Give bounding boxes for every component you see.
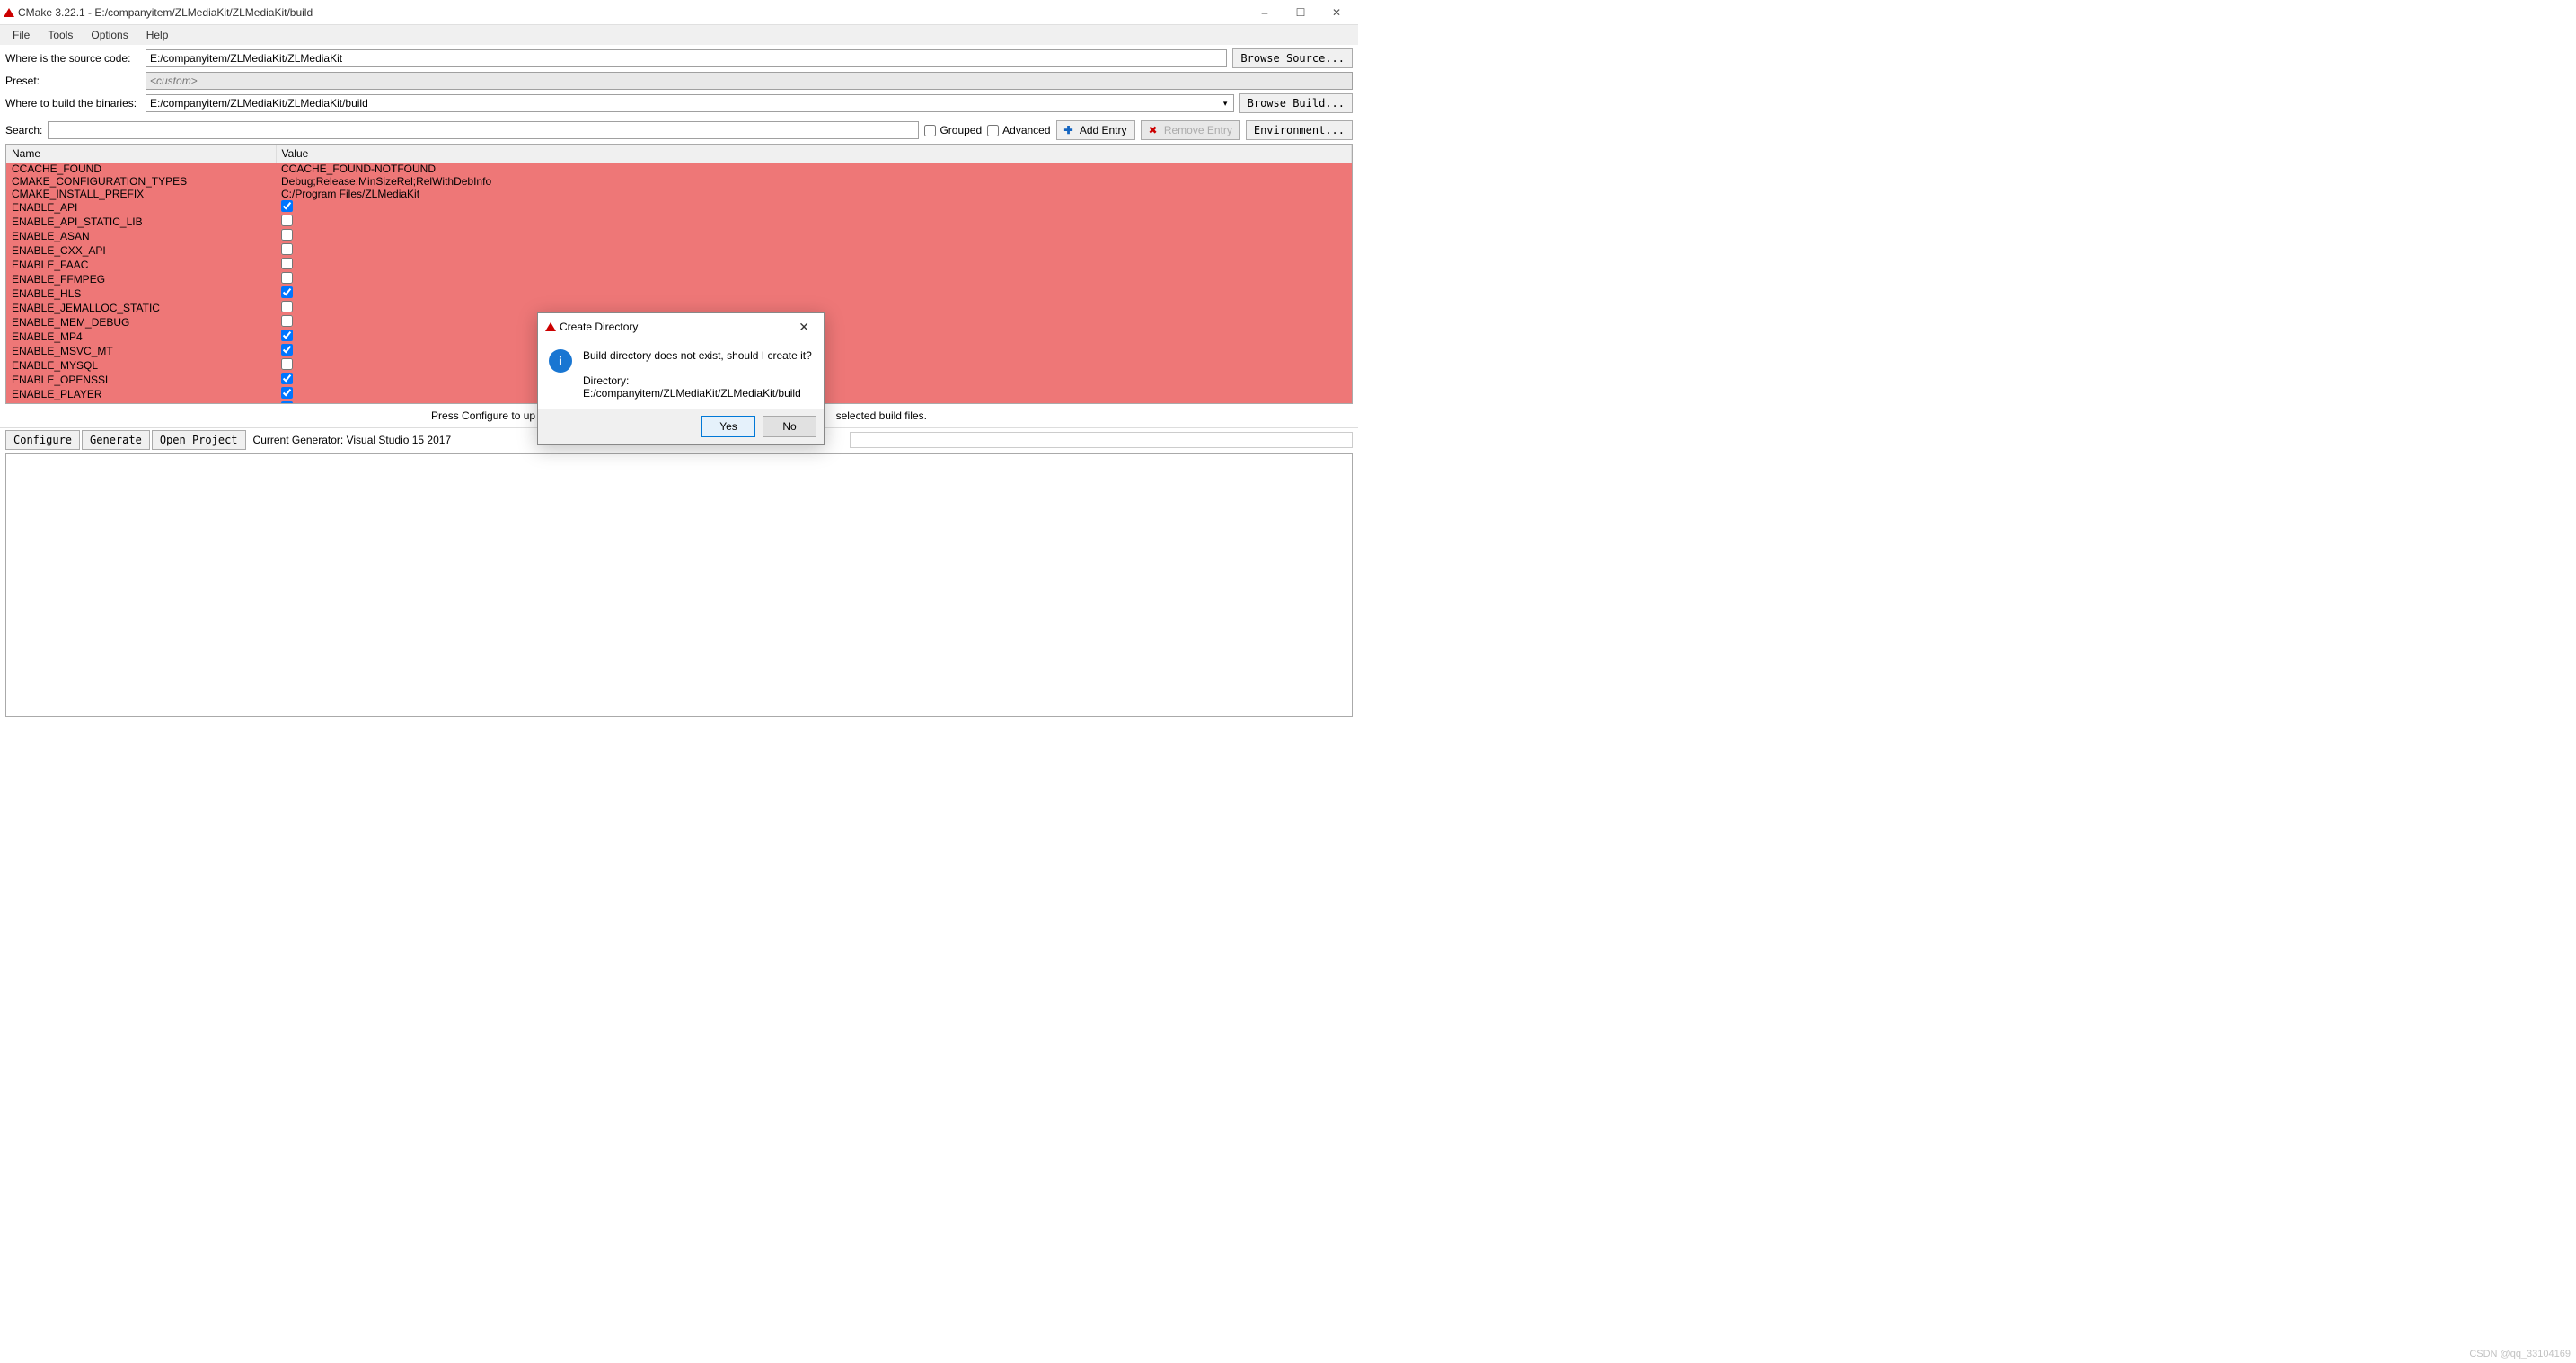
table-row[interactable]: CMAKE_CONFIGURATION_TYPESDebug;Release;M… bbox=[6, 175, 1352, 188]
table-row[interactable]: ENABLE_FFMPEG bbox=[6, 272, 1352, 286]
cache-bool-checkbox[interactable] bbox=[281, 258, 293, 269]
cache-var-name[interactable]: ENABLE_FFMPEG bbox=[6, 272, 276, 286]
cache-var-value[interactable] bbox=[276, 215, 1352, 229]
table-row[interactable]: ENABLE_FAAC bbox=[6, 258, 1352, 272]
table-row[interactable]: ENABLE_CXX_API bbox=[6, 243, 1352, 258]
cache-var-name[interactable]: CCACHE_FOUND bbox=[6, 163, 276, 175]
generator-label: Current Generator: Visual Studio 15 2017 bbox=[253, 434, 452, 446]
build-combo-arrow[interactable]: ▾ bbox=[1218, 94, 1234, 112]
cache-var-name[interactable]: ENABLE_PLAYER bbox=[6, 387, 276, 401]
cache-bool-checkbox[interactable] bbox=[281, 387, 293, 399]
dialog-yes-button[interactable]: Yes bbox=[701, 416, 755, 437]
dialog-no-button[interactable]: No bbox=[763, 416, 816, 437]
cache-bool-checkbox[interactable] bbox=[281, 301, 293, 312]
cache-bool-checkbox[interactable] bbox=[281, 215, 293, 226]
progress-bar bbox=[850, 432, 1353, 448]
table-row[interactable]: ENABLE_ASAN bbox=[6, 229, 1352, 243]
cache-bool-checkbox[interactable] bbox=[281, 373, 293, 384]
cache-var-name[interactable]: ENABLE_API_STATIC_LIB bbox=[6, 215, 276, 229]
cache-var-value[interactable] bbox=[276, 200, 1352, 215]
cache-var-value[interactable] bbox=[276, 243, 1352, 258]
close-button[interactable]: ✕ bbox=[1319, 2, 1354, 23]
cache-bool-checkbox[interactable] bbox=[281, 243, 293, 255]
table-row[interactable]: ENABLE_API_STATIC_LIB bbox=[6, 215, 1352, 229]
build-label: Where to build the binaries: bbox=[5, 97, 140, 110]
dialog-close-button[interactable]: ✕ bbox=[791, 318, 816, 337]
preset-label: Preset: bbox=[5, 75, 140, 87]
col-name-header[interactable]: Name bbox=[6, 145, 276, 163]
info-icon: i bbox=[549, 349, 572, 373]
cache-var-name[interactable]: ENABLE_RTPPROXY bbox=[6, 401, 276, 404]
dialog-icon bbox=[545, 322, 556, 331]
menu-options[interactable]: Options bbox=[82, 27, 137, 43]
cache-var-value[interactable]: Debug;Release;MinSizeRel;RelWithDebInfo bbox=[276, 175, 1352, 188]
maximize-button[interactable]: ☐ bbox=[1283, 2, 1319, 23]
configure-button[interactable]: Configure bbox=[5, 430, 80, 450]
create-directory-dialog: Create Directory ✕ i Build directory doe… bbox=[537, 312, 825, 445]
cache-var-name[interactable]: ENABLE_HLS bbox=[6, 286, 276, 301]
watermark: CSDN @qq_33104169 bbox=[2469, 1349, 2571, 1359]
dialog-title-text: Create Directory bbox=[560, 321, 638, 333]
col-value-header[interactable]: Value bbox=[276, 145, 1352, 163]
app-icon bbox=[4, 8, 14, 17]
menubar: File Tools Options Help bbox=[0, 25, 1358, 45]
menu-tools[interactable]: Tools bbox=[39, 27, 82, 43]
cache-bool-checkbox[interactable] bbox=[281, 330, 293, 341]
table-row[interactable]: CMAKE_INSTALL_PREFIXC:/Program Files/ZLM… bbox=[6, 188, 1352, 200]
titlebar[interactable]: CMake 3.22.1 - E:/companyitem/ZLMediaKit… bbox=[0, 0, 1358, 25]
source-label: Where is the source code: bbox=[5, 52, 140, 65]
cache-bool-checkbox[interactable] bbox=[281, 272, 293, 284]
source-input[interactable] bbox=[146, 49, 1227, 67]
grouped-checkbox[interactable]: Grouped bbox=[924, 124, 982, 136]
cache-var-name[interactable]: ENABLE_CXX_API bbox=[6, 243, 276, 258]
minimize-button[interactable]: – bbox=[1247, 2, 1283, 23]
cache-var-name[interactable]: ENABLE_FAAC bbox=[6, 258, 276, 272]
cache-var-value[interactable] bbox=[276, 229, 1352, 243]
cache-bool-checkbox[interactable] bbox=[281, 200, 293, 212]
cache-bool-checkbox[interactable] bbox=[281, 358, 293, 370]
remove-entry-button: ✖ Remove Entry bbox=[1141, 120, 1240, 140]
cache-bool-checkbox[interactable] bbox=[281, 229, 293, 241]
cache-var-value[interactable] bbox=[276, 272, 1352, 286]
cache-var-name[interactable]: ENABLE_MSVC_MT bbox=[6, 344, 276, 358]
search-label: Search: bbox=[5, 124, 42, 136]
cache-var-name[interactable]: ENABLE_JEMALLOC_STATIC bbox=[6, 301, 276, 315]
cache-var-name[interactable]: ENABLE_ASAN bbox=[6, 229, 276, 243]
cache-var-name[interactable]: ENABLE_MYSQL bbox=[6, 358, 276, 373]
dialog-message-1: Build directory does not exist, should I… bbox=[583, 349, 813, 362]
open-project-button[interactable]: Open Project bbox=[152, 430, 246, 450]
cache-var-name[interactable]: ENABLE_MEM_DEBUG bbox=[6, 315, 276, 330]
cache-bool-checkbox[interactable] bbox=[281, 401, 293, 404]
advanced-checkbox[interactable]: Advanced bbox=[987, 124, 1050, 136]
search-input[interactable] bbox=[48, 121, 919, 139]
cache-bool-checkbox[interactable] bbox=[281, 344, 293, 356]
dialog-message-2: Directory: E:/companyitem/ZLMediaKit/ZLM… bbox=[583, 374, 813, 400]
table-row[interactable]: ENABLE_API bbox=[6, 200, 1352, 215]
log-output[interactable] bbox=[5, 453, 1353, 717]
add-entry-button[interactable]: ✚ Add Entry bbox=[1056, 120, 1135, 140]
cache-var-name[interactable]: ENABLE_API bbox=[6, 200, 276, 215]
menu-file[interactable]: File bbox=[4, 27, 39, 43]
cache-var-name[interactable]: ENABLE_OPENSSL bbox=[6, 373, 276, 387]
preset-input[interactable] bbox=[146, 72, 1353, 90]
window-title: CMake 3.22.1 - E:/companyitem/ZLMediaKit… bbox=[18, 6, 1247, 19]
cache-var-value[interactable]: CCACHE_FOUND-NOTFOUND bbox=[276, 163, 1352, 175]
cache-bool-checkbox[interactable] bbox=[281, 315, 293, 327]
generate-button[interactable]: Generate bbox=[82, 430, 150, 450]
table-row[interactable]: ENABLE_HLS bbox=[6, 286, 1352, 301]
browse-build-button[interactable]: Browse Build... bbox=[1239, 93, 1353, 113]
cache-var-name[interactable]: CMAKE_INSTALL_PREFIX bbox=[6, 188, 276, 200]
browse-source-button[interactable]: Browse Source... bbox=[1232, 48, 1353, 68]
cache-var-name[interactable]: CMAKE_CONFIGURATION_TYPES bbox=[6, 175, 276, 188]
cache-var-value[interactable]: C:/Program Files/ZLMediaKit bbox=[276, 188, 1352, 200]
menu-help[interactable]: Help bbox=[137, 27, 178, 43]
environment-button[interactable]: Environment... bbox=[1246, 120, 1353, 140]
table-row[interactable]: CCACHE_FOUNDCCACHE_FOUND-NOTFOUND bbox=[6, 163, 1352, 175]
cache-var-name[interactable]: ENABLE_MP4 bbox=[6, 330, 276, 344]
cache-var-value[interactable] bbox=[276, 286, 1352, 301]
build-input[interactable] bbox=[146, 94, 1218, 112]
cache-var-value[interactable] bbox=[276, 258, 1352, 272]
cache-bool-checkbox[interactable] bbox=[281, 286, 293, 298]
